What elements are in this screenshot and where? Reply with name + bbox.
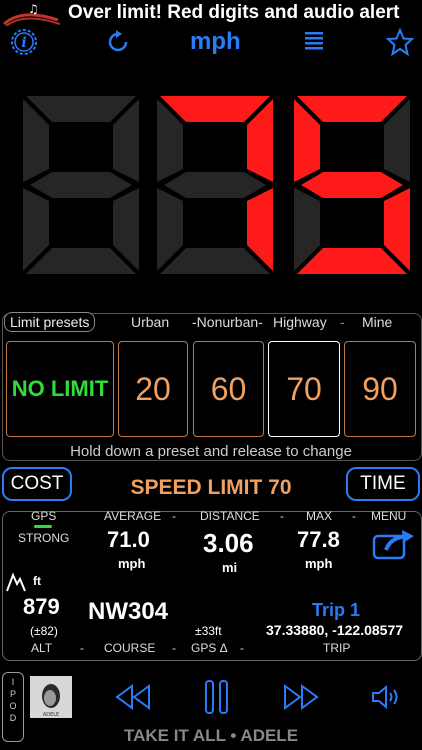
header-dash-1: - — [172, 509, 176, 523]
gps-delta-label: GPS Δ — [191, 641, 228, 655]
average-label: AVERAGE — [104, 509, 162, 523]
header-dash-2: - — [280, 509, 284, 523]
preset-label-urban: Urban — [131, 314, 170, 330]
trip-coordinates: 37.33880, -122.08577 — [266, 622, 404, 638]
speed-unit-button[interactable]: mph — [190, 28, 241, 56]
footer-dash-2: - — [172, 641, 176, 655]
digit-2-segment-g — [164, 172, 266, 198]
preset-urban-button[interactable]: 20 — [118, 341, 188, 437]
course-label: COURSE — [104, 641, 156, 655]
banner-text: Over limit! Red digits and audio alert — [68, 2, 400, 23]
no-limit-label: NO LIMIT — [11, 376, 109, 401]
svg-text:♫: ♫ — [28, 2, 39, 16]
preset-mine-button[interactable]: 90 — [344, 341, 416, 437]
mountain-icon — [6, 572, 26, 592]
speed-display — [23, 96, 410, 274]
digit-2-segment-d — [160, 248, 270, 274]
average-value: 71.0 — [107, 527, 150, 552]
previous-track-icon[interactable] — [114, 683, 152, 711]
alt-value: 879 — [23, 594, 60, 619]
header-dash-3: - — [352, 509, 356, 523]
preset-label-nonurban: -Nonurban- — [192, 314, 263, 330]
alt-accuracy: (±82) — [30, 624, 58, 638]
info-icon[interactable]: i — [8, 26, 40, 58]
gps-label: GPS — [31, 509, 57, 523]
svg-text:i: i — [21, 35, 26, 51]
footer-dash-3: - — [240, 641, 244, 655]
preset-label-mine: Mine — [362, 314, 393, 330]
max-label: MAX — [306, 509, 333, 523]
music-notes-icon: ♫ — [3, 2, 60, 26]
reset-icon[interactable] — [104, 28, 132, 56]
time-button[interactable]: TIME — [346, 467, 420, 501]
distance-label: DISTANCE — [200, 509, 260, 523]
digit-2-segment-a — [160, 96, 270, 122]
volume-icon[interactable] — [370, 683, 402, 711]
list-icon[interactable] — [302, 30, 326, 54]
menu-label: MENU — [371, 509, 407, 523]
alert-banner: ♫ Over limit! Red digits and audio alert — [0, 0, 422, 26]
pause-icon[interactable] — [204, 679, 230, 715]
max-value: 77.8 — [297, 527, 340, 552]
ipod-label: IPOD — [9, 677, 17, 723]
digit-3-segment-g — [301, 172, 403, 198]
digit-1-segment-g — [30, 172, 132, 198]
digit-1-segment-d — [26, 248, 136, 274]
star-icon[interactable] — [386, 28, 414, 56]
album-art[interactable]: ADELE — [30, 676, 72, 718]
preset-nonurban-button[interactable]: 60 — [193, 341, 264, 437]
alt-unit: ft — [33, 574, 41, 588]
digit-3-segment-a — [297, 96, 407, 122]
trip-name[interactable]: Trip 1 — [312, 600, 360, 621]
footer-dash-1: - — [80, 641, 84, 655]
preset-no-limit[interactable]: NO LIMIT — [6, 341, 114, 437]
gps-delta-value: ±33ft — [195, 624, 222, 638]
share-icon[interactable] — [372, 528, 416, 560]
album-caption: ADELE — [43, 712, 59, 718]
distance-unit: mi — [222, 560, 238, 575]
album-portrait-icon: ADELE — [30, 676, 72, 718]
alt-label: ALT — [31, 641, 53, 655]
limit-presets-label: Limit presets — [4, 312, 96, 332]
max-unit: mph — [305, 556, 333, 571]
course-value: NW304 — [88, 598, 169, 625]
digit-1-segment-a — [26, 96, 136, 122]
average-unit: mph — [118, 556, 146, 571]
preset-dash: - — [340, 314, 345, 330]
gps-signal-bar — [34, 525, 52, 528]
gps-strength: STRONG — [18, 531, 70, 545]
trip-label: TRIP — [323, 641, 351, 655]
preset-highway-button[interactable]: 70 — [268, 341, 340, 437]
next-track-icon[interactable] — [282, 683, 320, 711]
distance-value: 3.06 — [203, 528, 254, 558]
preset-label-highway: Highway — [273, 314, 327, 330]
now-playing: TAKE IT ALL • ADELE — [123, 726, 299, 745]
preset-hint: Hold down a preset and release to change — [70, 443, 352, 460]
digit-3-segment-d — [297, 248, 407, 274]
